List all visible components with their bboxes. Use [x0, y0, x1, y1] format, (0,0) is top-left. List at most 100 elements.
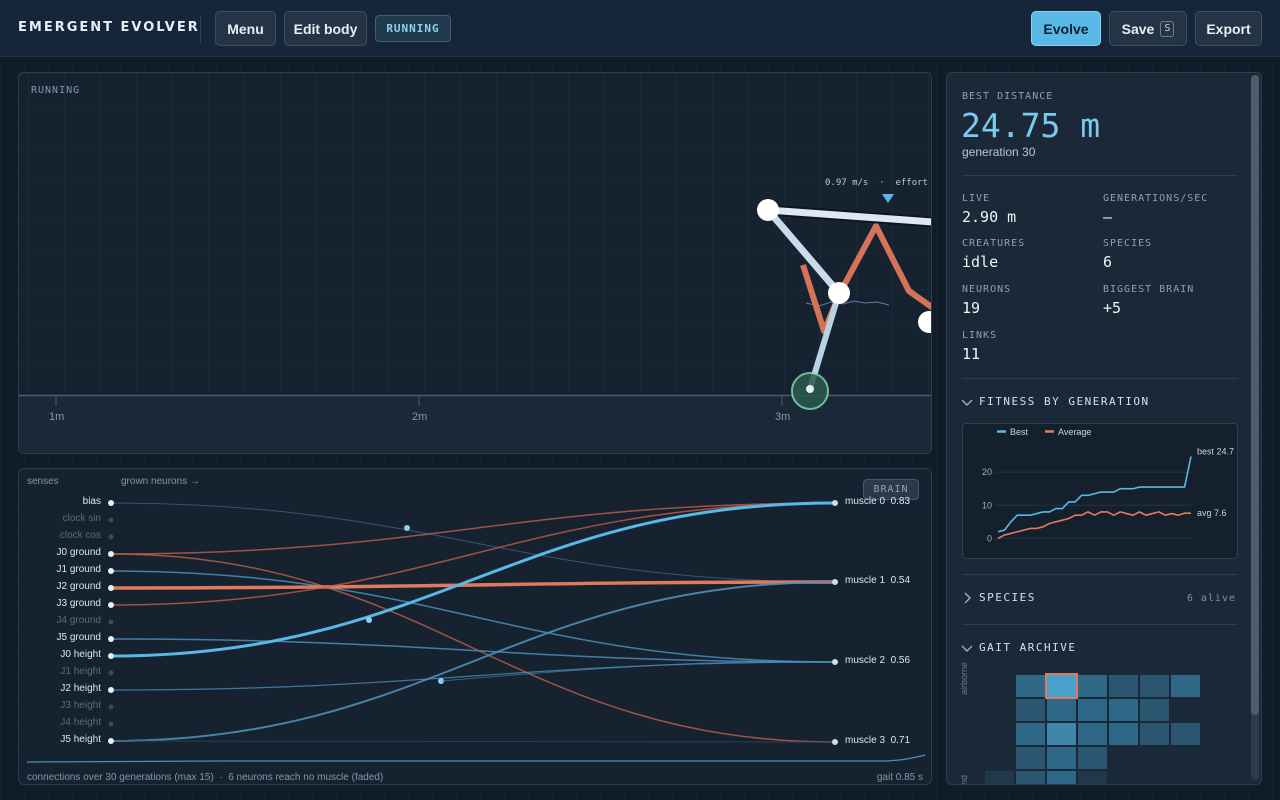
gait-cell[interactable] — [1171, 675, 1200, 697]
gait-cell[interactable] — [1140, 723, 1169, 745]
sense-node — [108, 500, 114, 506]
save-label: Save — [1121, 20, 1155, 37]
gait-cell[interactable] — [1047, 747, 1076, 769]
sense-label: J0 height — [60, 649, 101, 660]
edit-body-button[interactable]: Edit body — [284, 11, 367, 46]
gait-cell[interactable] — [1109, 675, 1138, 697]
brain-panel: senses grown neurons → BRAIN bias clock s… — [18, 468, 932, 785]
gait-cell — [1202, 771, 1231, 784]
gait-cell[interactable] — [985, 771, 1014, 784]
gait-cell — [1202, 675, 1231, 697]
gait-title: GAIT ARCHIVE — [979, 641, 1077, 654]
gens-per-sec-label: GENERATIONS/SEC — [1103, 193, 1209, 204]
export-button[interactable]: Export — [1195, 11, 1262, 46]
divider — [962, 574, 1238, 575]
gait-cell — [985, 723, 1014, 745]
save-shortcut-key: S — [1160, 20, 1175, 37]
brain-connection — [110, 740, 836, 743]
gait-cell[interactable] — [1140, 699, 1169, 721]
sense-label: clock cos — [59, 530, 101, 541]
chevron-right-icon — [964, 592, 971, 603]
sense-node — [108, 653, 114, 659]
live-value: 2.90 m — [962, 208, 1017, 226]
sense-label: J1 height — [60, 666, 101, 677]
sense-label: J3 height — [60, 700, 101, 711]
muscle-node — [832, 500, 838, 506]
gait-cell[interactable] — [1171, 723, 1200, 745]
gait-cell[interactable] — [1047, 723, 1076, 745]
gait-cell[interactable] — [1047, 771, 1076, 784]
gait-cell[interactable] — [1016, 723, 1045, 745]
gait-cell — [1171, 747, 1200, 769]
gait-cell[interactable] — [1078, 675, 1107, 697]
best-distance-label: BEST DISTANCE — [962, 91, 1054, 102]
gait-section-header[interactable]: GAIT ARCHIVE — [961, 641, 1076, 654]
gait-cell[interactable] — [1016, 675, 1045, 697]
fitness-section-header[interactable]: FITNESS BY GENERATION — [961, 395, 1150, 408]
sense-node — [108, 721, 114, 727]
sense-node — [108, 551, 114, 557]
creature-joint — [828, 282, 850, 304]
gait-cell[interactable] — [1109, 723, 1138, 745]
gait-cell[interactable] — [1016, 771, 1045, 784]
brain-connection — [110, 661, 836, 691]
legend-label: Best — [1010, 427, 1029, 437]
gait-cell[interactable] — [1078, 771, 1107, 784]
gait-cell[interactable] — [1078, 723, 1107, 745]
gait-trace — [26, 754, 926, 763]
legend-label: Average — [1058, 427, 1091, 437]
arena-canvas — [19, 73, 931, 453]
evolve-button[interactable]: Evolve — [1031, 11, 1101, 46]
speed-readout: 0.97 m/s · effort — [825, 178, 928, 188]
menu-button[interactable]: Menu — [215, 11, 276, 46]
sense-label: J1 ground — [56, 564, 101, 575]
gait-cell — [1109, 747, 1138, 769]
sense-node — [108, 534, 114, 540]
simulation-arena[interactable]: RUNNING 1m 2m 3m 0.97 m/s · effort — [18, 72, 932, 454]
gait-cell — [1109, 771, 1138, 784]
scrollbar-thumb[interactable] — [1251, 75, 1259, 715]
creatures-label: CREATURES — [962, 238, 1026, 249]
gait-cell[interactable] — [1078, 747, 1107, 769]
gait-cell[interactable] — [1016, 747, 1045, 769]
creatures-value: idle — [962, 253, 999, 271]
fitness-ytick: 10 — [982, 500, 992, 510]
gait-cell — [985, 675, 1014, 697]
gait-cell[interactable] — [1078, 699, 1107, 721]
grown-neurons-header: grown neurons → — [121, 476, 200, 487]
fitness-ytick: 20 — [982, 467, 992, 477]
sense-node — [108, 568, 114, 574]
hidden-neuron — [404, 525, 410, 531]
gait-cell[interactable] — [1109, 699, 1138, 721]
creature-joint — [806, 385, 814, 393]
arena-status-label: RUNNING — [31, 85, 81, 96]
gait-cell[interactable] — [1140, 675, 1169, 697]
species-count: 6 alive — [1186, 593, 1236, 604]
save-button[interactable]: Save S — [1109, 11, 1187, 46]
brain-graph — [26, 500, 926, 763]
sense-node — [108, 670, 114, 676]
senses-header: senses — [27, 476, 59, 487]
species-title: SPECIES — [979, 591, 1036, 604]
chevron-down-icon — [961, 645, 973, 652]
gait-cell[interactable] — [1016, 699, 1045, 721]
top-bar: EMERGENT EVOLVER Menu Edit body RUNNING … — [0, 0, 1280, 57]
divider — [962, 624, 1238, 625]
divider — [962, 175, 1238, 176]
gait-cell — [1140, 771, 1169, 784]
gait-cell[interactable] — [1045, 673, 1078, 699]
muscle-label: muscle 1 0.54 — [845, 575, 911, 586]
gait-period: gait 0.85 s — [876, 772, 923, 783]
sense-label: J3 ground — [56, 598, 101, 609]
fitness-ytick: 0 — [987, 533, 992, 543]
best-generation: generation 30 — [962, 145, 1036, 159]
series-end-label: best 24.7 — [1197, 446, 1234, 456]
hidden-neuron — [366, 617, 372, 623]
species-section-header[interactable]: SPECIES — [961, 591, 1036, 604]
creature-joint — [757, 199, 779, 221]
title-divider — [200, 15, 201, 43]
sense-node — [108, 636, 114, 642]
muscle-node — [832, 659, 838, 665]
gait-cell[interactable] — [1047, 699, 1076, 721]
gait-cell — [1140, 747, 1169, 769]
